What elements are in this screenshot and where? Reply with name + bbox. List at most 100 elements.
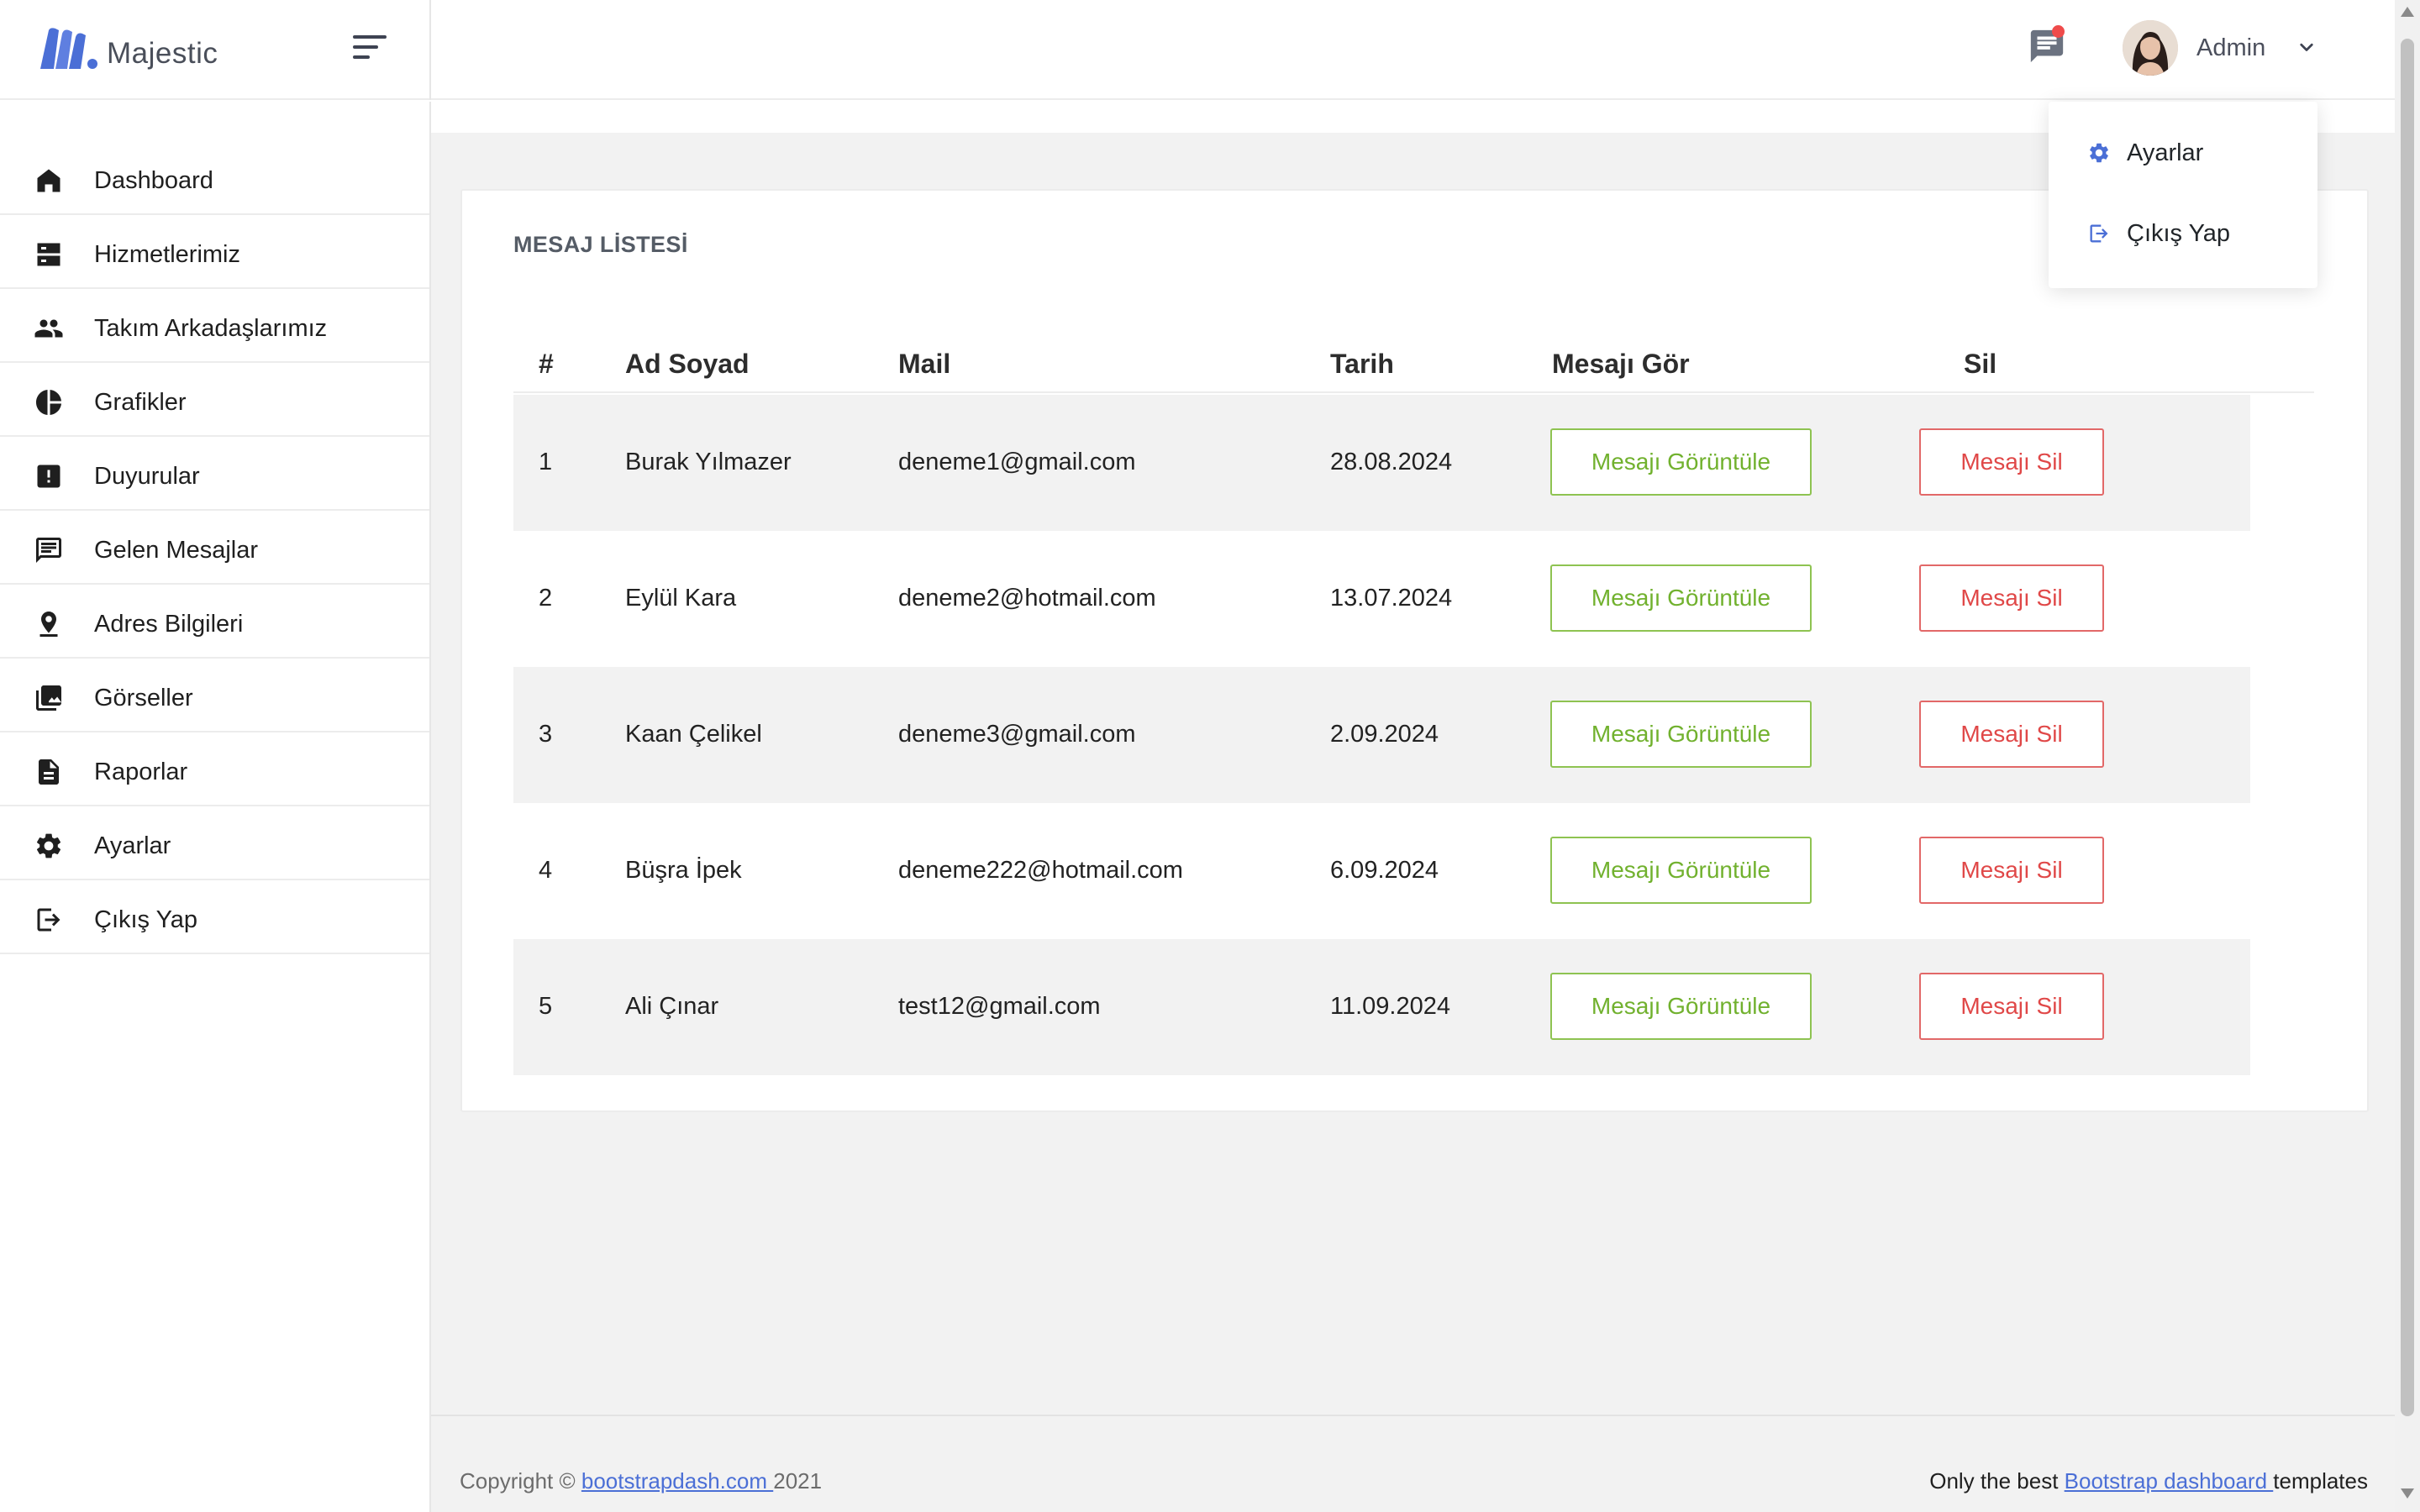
row-mail: deneme222@hotmail.com (898, 857, 1183, 884)
column-header-index: # (539, 349, 554, 379)
notification-dot (2052, 25, 2065, 38)
row-index: 5 (539, 993, 553, 1020)
server-icon (37, 243, 60, 266)
logout-icon (37, 908, 60, 932)
sidebar-item-gelen-mesajlar[interactable]: Gelen Mesajlar (0, 511, 429, 585)
table-row: 5 Ali Çınar test12@gmail.com 11.09.2024 … (513, 939, 2250, 1075)
pie-chart-icon (36, 390, 61, 415)
top-navbar: Majestic Admin (0, 0, 2395, 100)
row-mail: deneme2@hotmail.com (898, 585, 1156, 612)
logout-icon (2090, 224, 2108, 243)
table-row: 4 Büşra İpek deneme222@hotmail.com 6.09.… (513, 803, 2250, 939)
sidebar-item-adres-bilgileri[interactable]: Adres Bilgileri (0, 585, 429, 659)
credit-suffix: templates (2273, 1468, 2368, 1494)
sidebar-item-label: Grafikler (94, 389, 187, 416)
sidebar-item-duyurular[interactable]: Duyurular (0, 437, 429, 511)
scroll-down-arrow-icon[interactable] (2401, 1488, 2414, 1499)
sidebar-item-hizmetlerimiz[interactable]: Hizmetlerimiz (0, 215, 429, 289)
delete-message-button[interactable]: Mesajı Sil (1919, 428, 2104, 496)
sidebar-item-label: Ayarlar (94, 832, 171, 859)
row-index: 4 (539, 857, 553, 884)
row-name: Eylül Kara (625, 585, 737, 612)
page-scrollbar[interactable] (2395, 0, 2420, 1512)
column-header-date: Tarih (1330, 349, 1394, 379)
sidebar-item-label: Adres Bilgileri (94, 611, 244, 638)
card-title: MESAJ LİSTESİ (513, 232, 688, 257)
table-row: 2 Eylül Kara deneme2@hotmail.com 13.07.2… (513, 531, 2250, 667)
view-message-button[interactable]: Mesajı Görüntüle (1550, 973, 1812, 1040)
credit-prefix: Only the best (1929, 1468, 2065, 1494)
row-date: 2.09.2024 (1330, 721, 1439, 748)
delete-message-button[interactable]: Mesajı Sil (1919, 837, 2104, 904)
row-name: Ali Çınar (625, 993, 719, 1020)
user-dropdown-menu: Ayarlar Çıkış Yap (2049, 102, 2317, 288)
sidebar-item-label: Raporlar (94, 759, 188, 785)
majestic-logo-icon[interactable] (37, 25, 99, 72)
scroll-up-arrow-icon[interactable] (2401, 7, 2414, 17)
sidebar-item-grafikler[interactable]: Grafikler (0, 363, 429, 437)
dropdown-item-label: Çıkış Yap (2127, 219, 2231, 247)
sidebar-item-gorseller[interactable]: Görseller (0, 659, 429, 732)
bootstrapdash-link[interactable]: bootstrapdash.com (581, 1468, 773, 1494)
delete-message-button[interactable]: Mesajı Sil (1919, 973, 2104, 1040)
column-header-mail: Mail (898, 349, 951, 379)
sidebar-item-cikis-yap[interactable]: Çıkış Yap (0, 880, 429, 954)
column-header-view: Mesajı Gör (1552, 349, 1690, 379)
row-date: 6.09.2024 (1330, 857, 1439, 884)
user-name[interactable]: Admin (2196, 34, 2265, 62)
footer-credit: Only the best Bootstrap dashboard templa… (1929, 1468, 2368, 1494)
sidebar: Dashboard Hizmetlerimiz Takım Arkadaşlar… (0, 102, 431, 1512)
table-row: 3 Kaan Çelikel deneme3@gmail.com 2.09.20… (513, 667, 2250, 803)
row-date: 28.08.2024 (1330, 449, 1453, 475)
sidebar-item-label: Duyurular (94, 463, 200, 490)
sidebar-item-label: Dashboard (94, 167, 213, 194)
row-name: Büşra İpek (625, 857, 742, 884)
view-message-button[interactable]: Mesajı Görüntüle (1550, 564, 1812, 632)
row-index: 3 (539, 721, 553, 748)
sidebar-item-raporlar[interactable]: Raporlar (0, 732, 429, 806)
sidebar-item-label: Hizmetlerimiz (94, 241, 240, 268)
delete-message-button[interactable]: Mesajı Sil (1919, 701, 2104, 768)
delete-message-button[interactable]: Mesajı Sil (1919, 564, 2104, 632)
row-name: Burak Yılmazer (625, 449, 792, 475)
view-message-button[interactable]: Mesajı Görüntüle (1550, 428, 1812, 496)
sidebar-item-label: Çıkış Yap (94, 906, 198, 933)
sidebar-item-dashboard[interactable]: Dashboard (0, 141, 429, 215)
gear-icon (2090, 143, 2108, 163)
dropdown-item-ayarlar[interactable]: Ayarlar (2049, 123, 2317, 182)
table-header: # Ad Soyad Mail Tarih Mesajı Gör Sil (513, 308, 2314, 393)
dropdown-item-label: Ayarlar (2127, 139, 2204, 166)
dropdown-item-cikis-yap[interactable]: Çıkış Yap (2049, 204, 2317, 263)
alert-icon (37, 465, 60, 488)
view-message-button[interactable]: Mesajı Görüntüle (1550, 701, 1812, 768)
brand-name[interactable]: Majestic (107, 37, 218, 71)
scrollbar-thumb[interactable] (2401, 39, 2414, 1416)
row-index: 1 (539, 449, 553, 475)
sidebar-item-label: Görseller (94, 685, 193, 711)
sidebar-item-label: Gelen Mesajlar (94, 537, 259, 564)
row-index: 2 (539, 585, 553, 612)
main-content: MESAJ LİSTESİ # Ad Soyad Mail Tarih Mesa… (431, 133, 2395, 1512)
message-icon (36, 538, 61, 563)
images-icon (36, 685, 61, 711)
sidebar-item-ayarlar[interactable]: Ayarlar (0, 806, 429, 880)
row-date: 13.07.2024 (1330, 585, 1453, 612)
people-icon (34, 319, 63, 338)
copyright-year: 2021 (773, 1468, 823, 1494)
column-header-name: Ad Soyad (625, 349, 750, 379)
table-row: 1 Burak Yılmazer deneme1@gmail.com 28.08… (513, 395, 2250, 531)
menu-icon[interactable] (353, 34, 392, 62)
view-message-button[interactable]: Mesajı Görüntüle (1550, 837, 1812, 904)
row-mail: deneme1@gmail.com (898, 449, 1136, 475)
avatar[interactable] (2123, 20, 2178, 76)
chevron-down-icon[interactable] (2294, 35, 2319, 60)
footer: Copyright © bootstrapdash.com 2021 Only … (431, 1415, 2395, 1512)
avatar-portrait-icon (2123, 20, 2178, 76)
sidebar-item-takim-arkadaslarimiz[interactable]: Takım Arkadaşlarımız (0, 289, 429, 363)
document-icon (39, 759, 59, 785)
row-mail: test12@gmail.com (898, 993, 1101, 1020)
bootstrap-dashboard-link[interactable]: Bootstrap dashboard (2065, 1468, 2274, 1494)
column-header-delete: Sil (1964, 349, 1997, 379)
gear-icon (36, 833, 61, 858)
home-icon (37, 169, 60, 192)
